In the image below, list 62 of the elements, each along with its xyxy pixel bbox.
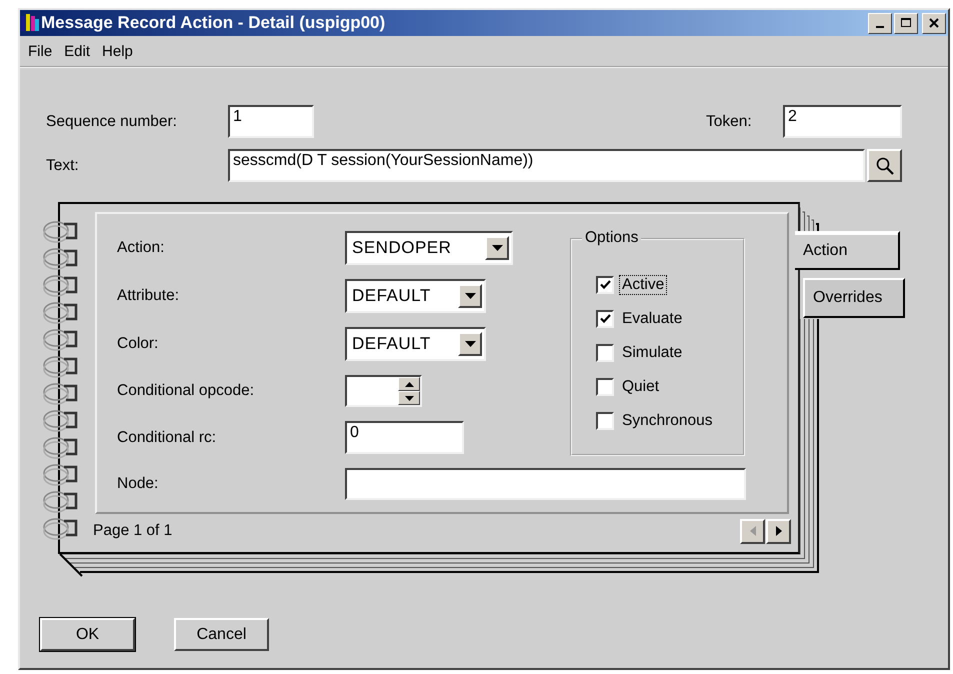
input-field[interactable]: 2 — [783, 105, 902, 138]
dropdown[interactable]: SENDOPER — [345, 231, 513, 265]
maximize-icon — [901, 18, 911, 28]
field-label: Color: — [117, 335, 160, 353]
checkmark-icon — [600, 280, 610, 290]
arrow-left-icon — [750, 526, 756, 536]
field-label: Sequence number: — [46, 112, 178, 130]
dropdown-arrow-button[interactable] — [458, 332, 482, 356]
next-page-button[interactable] — [766, 518, 791, 544]
search-icon — [874, 156, 894, 176]
spin-up-button[interactable] — [398, 377, 420, 391]
menu-item[interactable]: Help — [98, 42, 141, 60]
field-label: Token: — [706, 112, 753, 130]
notebook-tab[interactable]: Action — [795, 231, 900, 270]
checkbox[interactable] — [596, 310, 614, 328]
menu-item[interactable]: File — [24, 42, 60, 60]
checkbox-label[interactable]: Evaluate — [619, 308, 686, 328]
caret-down-icon — [464, 341, 476, 347]
group-title: Options — [582, 229, 642, 247]
arrow-right-icon — [776, 526, 782, 536]
field-label: Action: — [117, 239, 166, 257]
checkbox[interactable] — [596, 378, 614, 396]
checkbox-label[interactable]: Simulate — [619, 342, 686, 362]
menu-item[interactable]: Edit — [60, 42, 98, 60]
app-icon — [20, 13, 40, 33]
field-label: Attribute: — [117, 287, 180, 305]
notebook-tab[interactable]: Overrides — [803, 278, 905, 318]
ok-button[interactable]: OK — [40, 618, 135, 651]
field-label: Conditional rc: — [117, 428, 218, 446]
dropdown-arrow-button[interactable] — [458, 284, 482, 308]
field-label: Conditional opcode: — [117, 382, 256, 400]
page-indicator: Page 1 of 1 — [93, 522, 172, 540]
checkbox-label[interactable]: Quiet — [619, 376, 662, 396]
close-icon — [929, 18, 939, 28]
caret-down-icon — [464, 293, 476, 299]
spin-field[interactable] — [345, 375, 422, 407]
caret-up-icon — [404, 382, 414, 386]
caret-down-icon — [404, 396, 414, 400]
input-field[interactable] — [345, 468, 746, 500]
checkbox[interactable] — [596, 412, 614, 430]
dropdown[interactable]: DEFAULT — [345, 279, 486, 313]
close-button[interactable] — [922, 12, 946, 34]
checkmark-icon — [600, 314, 610, 324]
maximize-button[interactable] — [894, 12, 918, 34]
input-field[interactable]: 1 — [228, 105, 314, 138]
search-button[interactable] — [867, 149, 902, 182]
window-title: Message Record Action - Detail (uspigp00) — [41, 13, 386, 33]
checkbox-label[interactable]: Active — [619, 274, 668, 294]
input-field[interactable]: 0 — [345, 421, 464, 454]
spin-down-button[interactable] — [398, 391, 420, 405]
checkbox-label[interactable]: Synchronous — [619, 410, 716, 430]
dropdown[interactable]: DEFAULT — [345, 327, 486, 361]
field-label: Node: — [117, 475, 160, 493]
field-label: Text: — [46, 156, 80, 174]
checkbox[interactable] — [596, 344, 614, 362]
input-field[interactable]: sesscmd(D T session(YourSessionName)) — [228, 149, 865, 182]
checkbox[interactable] — [596, 276, 614, 294]
cancel-button[interactable]: Cancel — [174, 618, 269, 651]
caret-down-icon — [492, 245, 502, 251]
minimize-button[interactable] — [868, 12, 892, 34]
dropdown-arrow-button[interactable] — [485, 236, 509, 260]
minimize-icon — [876, 26, 884, 28]
